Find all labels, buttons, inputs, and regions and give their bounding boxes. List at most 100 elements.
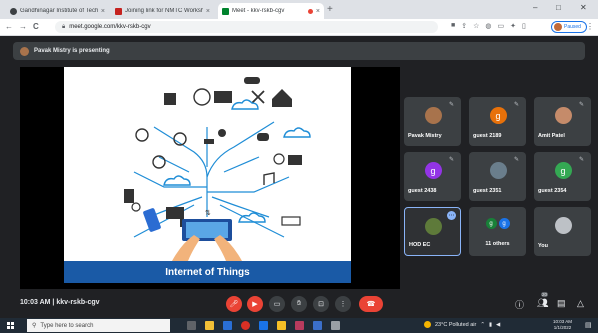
edge-icon[interactable] xyxy=(259,321,268,330)
tab-close-icon[interactable]: × xyxy=(101,8,105,15)
participant-avatar: g xyxy=(498,218,510,229)
participant-photo xyxy=(424,218,442,235)
word-icon[interactable] xyxy=(313,321,322,330)
address-bar[interactable]: 🔒︎ meet.google.com/kkv-rskb-cgv xyxy=(55,21,438,33)
windows-start-icon[interactable] xyxy=(7,322,14,329)
more-options-button[interactable]: ⋮ xyxy=(335,296,351,312)
participant-name: guest 2189 xyxy=(473,133,502,139)
profile-button[interactable]: Paused xyxy=(551,21,587,33)
participant-avatar: g xyxy=(489,107,507,124)
pin-icon[interactable]: ✎ xyxy=(579,101,584,108)
browser-menu-button[interactable]: ⋮ xyxy=(586,22,594,31)
volume-icon[interactable]: ◀︎ xyxy=(496,322,500,328)
reload-button[interactable]: C xyxy=(33,22,39,31)
mic-off-button[interactable]: 🎤︎ xyxy=(226,296,242,312)
chrome-icon[interactable] xyxy=(241,321,250,330)
taskbar-clock[interactable]: 10:03 AM 1/1/2022 xyxy=(553,319,572,331)
tab-close-icon[interactable]: × xyxy=(316,8,320,15)
new-tab-button[interactable]: + xyxy=(327,4,333,15)
store-icon[interactable] xyxy=(295,321,304,330)
system-tray: 23°C Polluted air ⌃ ▮ ◀︎ xyxy=(424,321,500,328)
profile-status: Paused xyxy=(564,24,581,30)
participant-name: guest 2354 xyxy=(538,188,567,194)
participant-photo xyxy=(424,107,442,124)
cart-icon xyxy=(164,93,176,105)
meet-area: Pavak Mistry is presenting ⇅ Internet of… xyxy=(0,36,598,318)
present-now-button[interactable]: ⊡ xyxy=(313,296,329,312)
pin-icon[interactable]: ✎ xyxy=(579,156,584,163)
maximize-button[interactable]: □ xyxy=(556,3,561,12)
laptop-icon xyxy=(214,91,232,103)
taskbar-search[interactable]: ⚲ Type here to search xyxy=(27,319,170,332)
raise-hand-button[interactable]: ✋︎ xyxy=(291,296,307,312)
captions-button[interactable]: ▭ xyxy=(269,296,285,312)
app-icon[interactable] xyxy=(331,321,340,330)
chat-icon[interactable]: ▤ xyxy=(557,298,566,309)
puzzle-icon[interactable]: ✦ xyxy=(510,22,516,30)
shared-slide: ⇅ Internet of Things xyxy=(64,67,351,283)
task-view-icon[interactable] xyxy=(187,321,196,330)
windows-taskbar: ⚲ Type here to search 23°C Polluted air … xyxy=(0,318,598,333)
at-sign-icon xyxy=(135,128,149,142)
meeting-info-icon[interactable]: ⓘ xyxy=(515,298,524,311)
meet-control-bar: 10:03 AM | kkv-rskb-cgv 🎤︎ ▶ ▭ ✋︎ ⊡ ⋮ ☎ … xyxy=(0,289,598,318)
forward-button[interactable]: → xyxy=(19,22,27,31)
participant-photo xyxy=(489,162,507,179)
others-tile[interactable]: g g 11 others xyxy=(469,207,526,256)
participant-tile[interactable]: ✎ g guest 2189 xyxy=(469,97,526,146)
weather-icon[interactable] xyxy=(424,321,431,328)
camera-icon xyxy=(204,139,214,144)
tray-arrow-icon[interactable]: ⌃ xyxy=(480,322,485,328)
participant-avatar: g xyxy=(554,162,572,179)
participant-tile[interactable]: ✎ g guest 2354 xyxy=(534,152,591,201)
notes-icon[interactable] xyxy=(277,321,286,330)
browser-toolbar: ← → C 🔒︎ meet.google.com/kkv-rskb-cgv ■ … xyxy=(0,19,598,36)
self-tile[interactable]: You xyxy=(534,207,591,256)
bookmark-star-icon[interactable]: ☆ xyxy=(473,22,479,30)
music-note-icon xyxy=(263,172,275,185)
sidebar-icon[interactable]: ▯ xyxy=(522,22,526,30)
participant-tile-active[interactable]: ⋯ HOD EC xyxy=(404,207,461,256)
camera-permission-icon[interactable]: ■ xyxy=(451,22,455,30)
back-button[interactable]: ← xyxy=(5,22,13,31)
notifications-icon[interactable]: ▤ xyxy=(585,321,592,329)
extension-icons: ■ ⇪ ☆ ◍ ▭ ✦ ▯ xyxy=(451,22,526,30)
mail-icon[interactable] xyxy=(223,321,232,330)
minimize-button[interactable]: – xyxy=(533,3,537,12)
camera-off-button[interactable]: ▶ xyxy=(247,296,263,312)
cloud-icon-right xyxy=(283,127,311,138)
tab-gandhinagar[interactable]: Gandhinagar Institute of Technol × xyxy=(6,3,109,19)
cast-icon[interactable]: ▭ xyxy=(498,22,505,30)
pin-icon[interactable]: ✎ xyxy=(449,101,454,108)
presentation-stage[interactable]: ⇅ Internet of Things xyxy=(20,67,400,289)
pin-icon[interactable]: ✎ xyxy=(449,156,454,163)
pin-icon[interactable]: ✎ xyxy=(514,101,519,108)
extension-icon[interactable]: ◍ xyxy=(485,22,491,30)
participant-name: guest 2351 xyxy=(473,188,502,194)
share-icon[interactable]: ⇪ xyxy=(461,22,467,30)
pin-icon[interactable]: ✎ xyxy=(514,156,519,163)
participant-tile[interactable]: ✎ guest 2351 xyxy=(469,152,526,201)
burger-icon xyxy=(244,77,260,84)
participant-name: Amit Patel xyxy=(538,133,565,139)
self-photo xyxy=(554,217,572,234)
dollar-icon xyxy=(131,202,141,212)
tab-meet[interactable]: Meet - kkv-rskb-cgv × xyxy=(218,3,324,19)
tab-close-icon[interactable]: × xyxy=(206,8,210,15)
tab-label: Gandhinagar Institute of Technol xyxy=(20,8,98,14)
clock-icon xyxy=(152,155,166,169)
more-options-icon[interactable]: ⋯ xyxy=(447,211,456,220)
tab-favicon-icon xyxy=(115,7,122,15)
participant-tile[interactable]: ✎ g guest 2438 xyxy=(404,152,461,201)
participant-tile[interactable]: ✎ Pavak Mistry xyxy=(404,97,461,146)
network-icon[interactable]: ▮ xyxy=(489,322,492,328)
presenter-avatar xyxy=(20,46,29,56)
slide-title: Internet of Things xyxy=(64,261,351,283)
activities-icon[interactable]: △ xyxy=(577,298,584,309)
people-icon[interactable]: 👥︎ xyxy=(537,298,548,309)
close-window-button[interactable]: ✕ xyxy=(580,3,587,12)
participant-tile[interactable]: ✎ Amit Patel xyxy=(534,97,591,146)
file-explorer-icon[interactable] xyxy=(205,321,214,330)
tab-joining-link[interactable]: Joining link for NMTC Workshop × xyxy=(111,3,214,19)
leave-call-button[interactable]: ☎ xyxy=(359,296,383,312)
